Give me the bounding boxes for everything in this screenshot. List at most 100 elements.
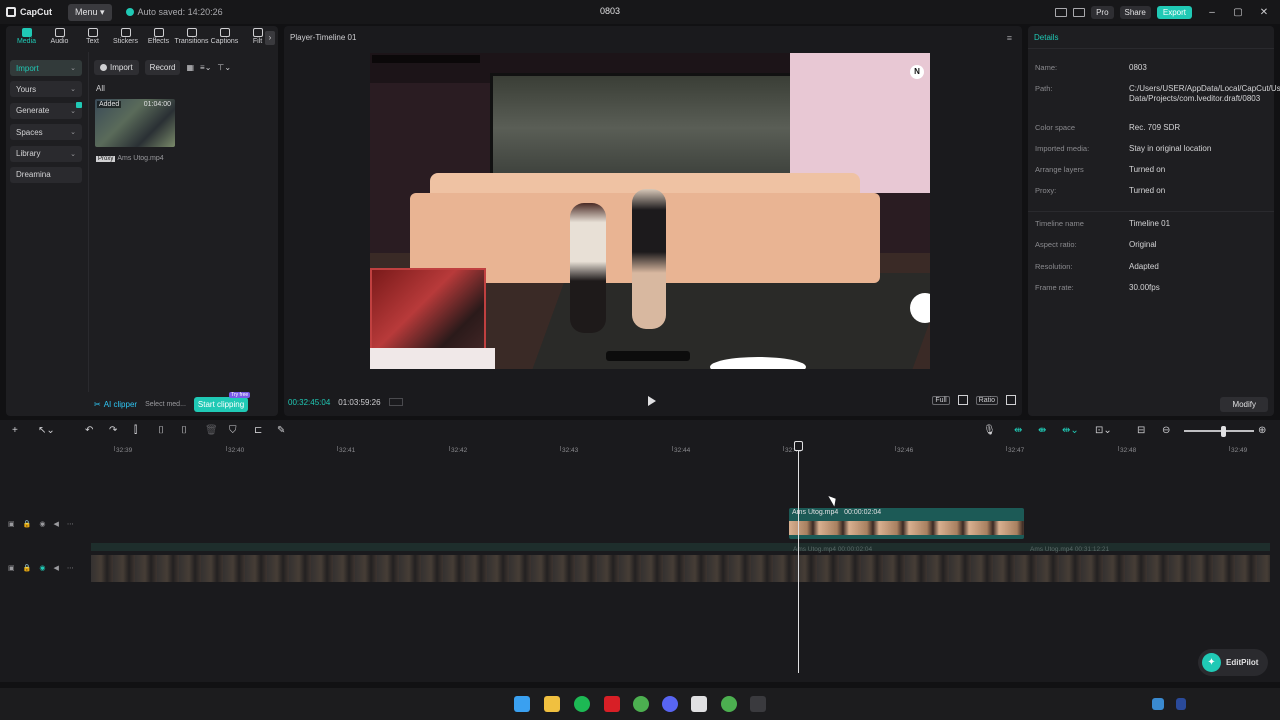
select-tool-icon[interactable]: ↖⌄ bbox=[38, 425, 55, 436]
tab-label: Captions bbox=[210, 38, 239, 45]
sidebar-item-generate[interactable]: Generate ⌄ bbox=[10, 101, 82, 119]
snap-icon[interactable]: ⇹⌄ bbox=[1062, 425, 1079, 436]
import-button[interactable]: Import bbox=[94, 60, 139, 75]
sidebar-item-yours[interactable]: Yours ⌄ bbox=[10, 81, 82, 98]
capcut-taskbar-icon[interactable] bbox=[691, 696, 707, 712]
more-icon[interactable]: ⋯ bbox=[67, 520, 74, 528]
snapshot-icon[interactable] bbox=[957, 395, 968, 405]
undo-icon[interactable]: ↶ bbox=[85, 425, 93, 436]
tab-captions[interactable]: Captions bbox=[208, 26, 241, 50]
lock-icon[interactable]: 🔒 bbox=[23, 564, 32, 572]
app-icon[interactable] bbox=[750, 696, 766, 712]
link-main-track-icon[interactable]: ⇹ bbox=[1014, 425, 1022, 436]
marker-icon[interactable]: ⛉ bbox=[229, 425, 237, 436]
timeline-ruler[interactable]: 32:39 32:40 32:41 32:42 32:43 32:44 32:4… bbox=[88, 442, 1280, 458]
chrome-profile-icon[interactable] bbox=[721, 696, 737, 712]
detail-row-name: Name: 0803 bbox=[1035, 63, 1271, 73]
minimize-icon[interactable]: – bbox=[1206, 7, 1218, 18]
menu-label: Menu bbox=[75, 6, 98, 17]
share-button[interactable]: Share bbox=[1119, 5, 1151, 19]
track-cover-icon[interactable]: ▣ bbox=[8, 564, 15, 572]
filter-icon[interactable]: ⊤⌄ bbox=[217, 63, 231, 72]
trim-right-icon[interactable]: ⌷ bbox=[181, 425, 187, 436]
tabs-next-icon[interactable]: › bbox=[265, 31, 275, 45]
media-icon bbox=[21, 28, 32, 37]
discord-icon[interactable] bbox=[662, 696, 678, 712]
tab-text[interactable]: Text bbox=[76, 26, 109, 50]
delete-icon[interactable]: 🗑 bbox=[205, 425, 218, 436]
more-icon[interactable]: ⋯ bbox=[67, 564, 74, 572]
preview-axis-icon[interactable]: ⊡⌄ bbox=[1095, 425, 1112, 436]
playhead[interactable] bbox=[798, 443, 799, 673]
all-filter-label[interactable]: All bbox=[96, 84, 105, 93]
detail-key: Path: bbox=[1035, 84, 1053, 93]
sidebar-item-dreamina[interactable]: Dreamina bbox=[10, 166, 82, 183]
netflix-icon[interactable] bbox=[604, 696, 620, 712]
speaker-icon[interactable]: ◀ bbox=[53, 520, 58, 528]
add-track-icon[interactable]: + bbox=[12, 425, 18, 436]
tab-media[interactable]: Media bbox=[10, 26, 43, 50]
ratio-button[interactable]: Ratio bbox=[975, 395, 998, 405]
sidebar-item-import[interactable]: Import ⌄ bbox=[10, 60, 82, 76]
sidebar-item-label: Import bbox=[16, 63, 39, 73]
layout-icon[interactable] bbox=[1055, 7, 1068, 17]
zoom-in-icon[interactable]: ⊕ bbox=[1258, 425, 1266, 436]
overlay-clip[interactable]: Ams Utog.mp4 00:00:02:04 bbox=[789, 508, 1024, 539]
scissors-icon: ✂ bbox=[94, 399, 101, 409]
trim-left-icon[interactable]: ⌷ bbox=[158, 425, 164, 436]
redo-icon[interactable]: ↷ bbox=[109, 425, 117, 436]
zoom-slider[interactable] bbox=[1184, 430, 1254, 432]
media-thumbnail[interactable]: Added 01:04:00 bbox=[95, 99, 175, 147]
playhead-handle[interactable] bbox=[794, 441, 803, 451]
sidebar-item-spaces[interactable]: Spaces ⌄ bbox=[10, 124, 82, 141]
record-button[interactable]: Record bbox=[144, 60, 181, 75]
tray-icon[interactable] bbox=[1152, 698, 1164, 710]
split-icon[interactable]: ⫿ bbox=[134, 425, 137, 436]
grid-view-icon[interactable]: ▦ bbox=[186, 63, 194, 72]
export-button[interactable]: Export bbox=[1156, 5, 1192, 19]
microphone-icon[interactable]: 🎙 bbox=[983, 425, 996, 436]
sidebar-item-library[interactable]: Library ⌄ bbox=[10, 145, 82, 162]
zoom-slider-knob[interactable] bbox=[1221, 426, 1226, 437]
sort-icon[interactable]: ≡⌄ bbox=[200, 63, 211, 72]
lock-icon[interactable]: 🔒 bbox=[23, 520, 32, 528]
main-track-clip[interactable] bbox=[91, 555, 1270, 582]
full-button[interactable]: Full bbox=[932, 395, 950, 405]
play-icon[interactable] bbox=[648, 396, 656, 406]
player-menu-icon[interactable]: ≡ bbox=[1007, 33, 1012, 43]
eye-icon[interactable]: ◉ bbox=[39, 564, 45, 572]
pro-button[interactable]: Pro bbox=[1091, 5, 1114, 19]
windows-start-icon[interactable] bbox=[514, 696, 530, 712]
zoom-out-icon[interactable]: ⊖ bbox=[1162, 425, 1170, 436]
panel-icon[interactable] bbox=[1073, 7, 1086, 17]
timecode-grid-icon[interactable] bbox=[388, 398, 403, 406]
modify-button[interactable]: Modify bbox=[1220, 397, 1268, 412]
ai-clipper-label[interactable]: ✂ AI clipper bbox=[94, 400, 137, 409]
tab-stickers[interactable]: Stickers bbox=[109, 26, 142, 50]
auto-cut-icon[interactable]: ✎ bbox=[277, 425, 285, 436]
tab-audio[interactable]: Audio bbox=[43, 26, 76, 50]
fit-icon[interactable]: ⊟ bbox=[1137, 425, 1145, 436]
tab-transitions[interactable]: Transitions bbox=[175, 26, 209, 50]
speaker-icon[interactable]: ◀ bbox=[53, 564, 58, 572]
maximize-icon[interactable]: ▢ bbox=[1232, 7, 1244, 18]
eye-icon[interactable]: ◉ bbox=[39, 520, 45, 528]
video-preview[interactable]: N bbox=[370, 53, 930, 369]
tray-icon[interactable] bbox=[1176, 698, 1186, 710]
editpilot-button[interactable]: ✦ EditPilot bbox=[1198, 649, 1268, 676]
fullscreen-icon[interactable] bbox=[1006, 395, 1016, 405]
chrome-icon[interactable] bbox=[633, 696, 649, 712]
app-logo: CapCut bbox=[6, 7, 52, 17]
n-logo-icon: N bbox=[910, 65, 924, 79]
close-icon[interactable]: ✕ bbox=[1258, 7, 1270, 18]
menu-button[interactable]: Menu ▾ bbox=[68, 3, 112, 21]
freeze-icon[interactable]: ⊏ bbox=[254, 425, 262, 436]
file-explorer-icon[interactable] bbox=[544, 696, 560, 712]
track-cover-icon[interactable]: ▣ bbox=[8, 520, 15, 528]
magnet-icon[interactable]: ⇼ bbox=[1038, 425, 1046, 436]
tab-effects[interactable]: Effects bbox=[142, 26, 175, 50]
spotify-icon[interactable] bbox=[574, 696, 590, 712]
start-clipping-button[interactable]: Start clipping Try free bbox=[193, 391, 251, 412]
ruler-tick: 32:47 bbox=[1005, 446, 1025, 454]
select-media-dropdown[interactable]: Select med... bbox=[145, 401, 186, 408]
